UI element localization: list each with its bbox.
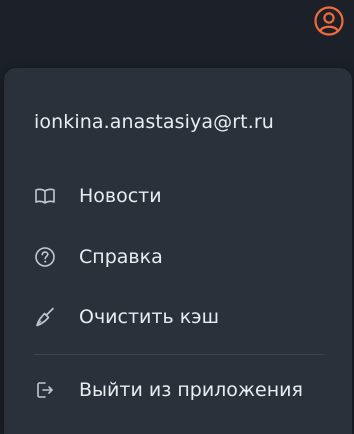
menu-item-logout-label: Выйти из приложения	[79, 379, 303, 401]
app-screen: ionkina.anastasiya@rt.ru Новости Справка	[0, 0, 354, 434]
broom-icon	[34, 306, 56, 328]
menu-item-clear-cache-label: Очистить кэш	[79, 306, 219, 328]
menu-item-clear-cache[interactable]: Очистить кэш	[4, 293, 352, 341]
menu-item-help[interactable]: Справка	[4, 233, 352, 281]
menu-item-logout[interactable]: Выйти из приложения	[4, 366, 352, 414]
menu-item-news-label: Новости	[79, 185, 162, 207]
book-open-icon	[34, 185, 56, 207]
logout-icon	[34, 379, 56, 401]
account-button[interactable]	[312, 6, 346, 40]
menu-divider	[34, 354, 324, 355]
question-circle-icon	[34, 246, 56, 268]
user-circle-icon	[313, 5, 345, 41]
user-email: ionkina.anastasiya@rt.ru	[34, 111, 274, 133]
menu-item-help-label: Справка	[79, 246, 163, 268]
menu-item-news[interactable]: Новости	[4, 172, 352, 220]
account-menu: ionkina.anastasiya@rt.ru Новости Справка	[4, 68, 352, 434]
